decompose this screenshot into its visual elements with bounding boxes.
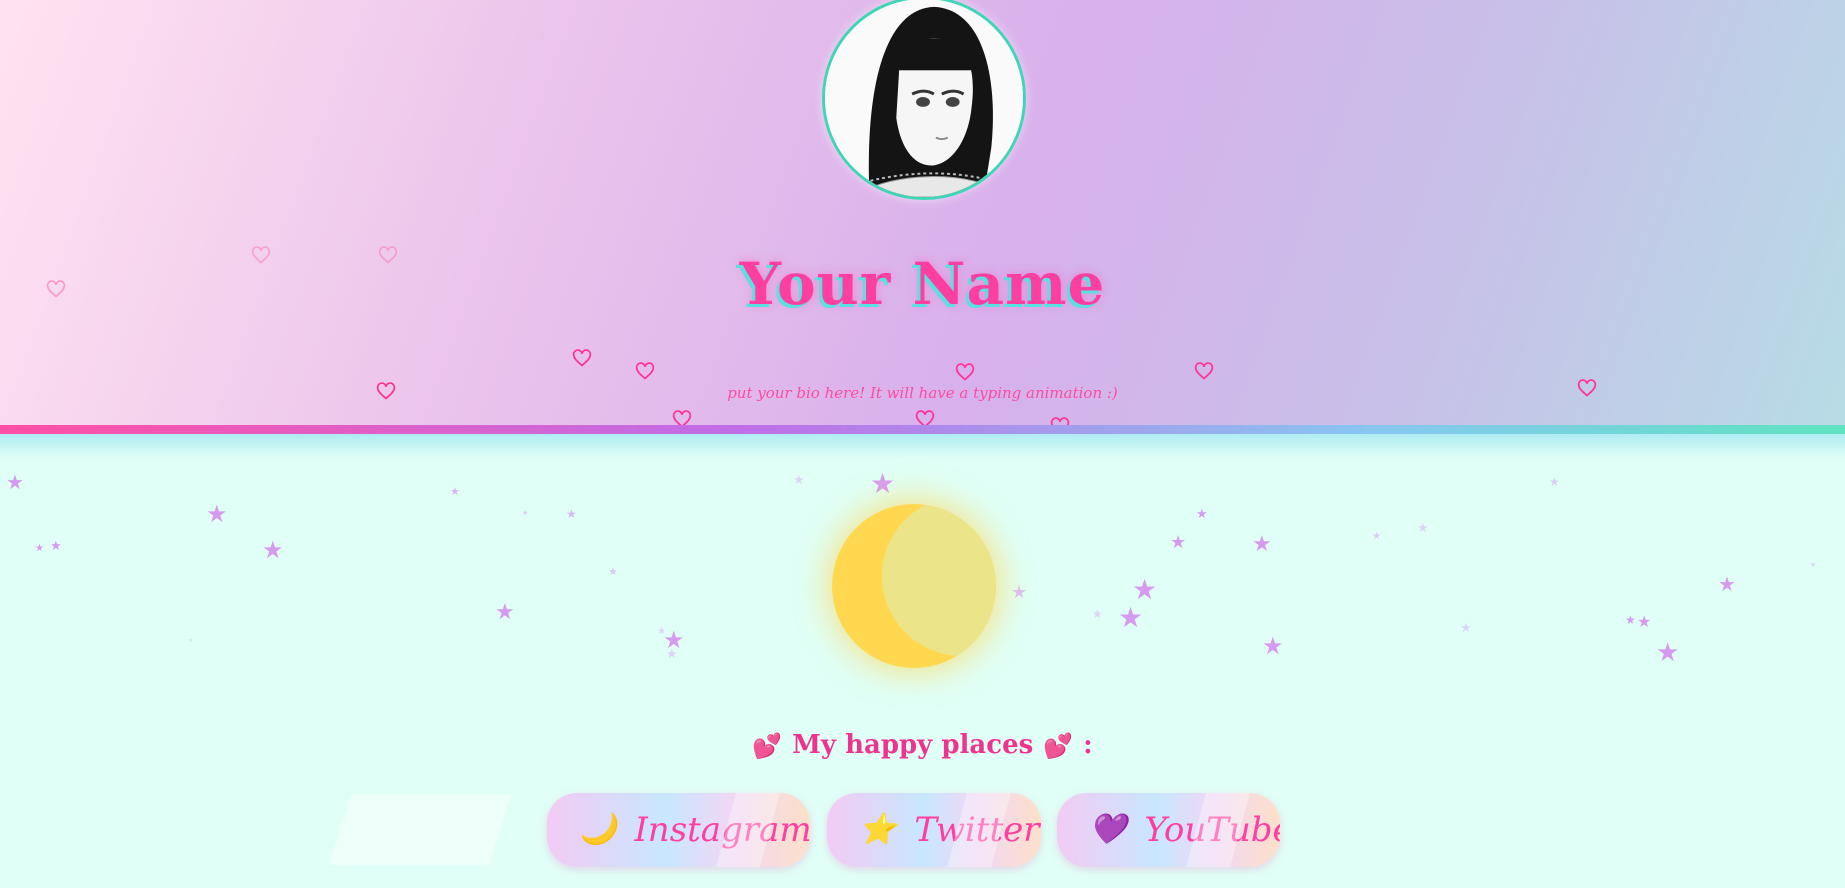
profile-name: Your Name bbox=[739, 250, 1106, 318]
star-icon: ★ bbox=[1656, 638, 1680, 668]
avatar-illustration bbox=[825, 0, 1023, 197]
instagram-link-button[interactable]: 🌙 Instagram bbox=[547, 793, 810, 867]
star-icon: ★ bbox=[50, 539, 62, 554]
heart-icon bbox=[378, 245, 398, 265]
hero-section: Your Name put your bio here! It will hav… bbox=[0, 0, 1845, 425]
star-icon: ★ bbox=[1718, 572, 1736, 596]
star-icon: ★ bbox=[1417, 521, 1429, 536]
youtube-label: YouTube bbox=[1144, 810, 1280, 850]
star-icon: ★ bbox=[870, 467, 896, 500]
star-icon: ★ bbox=[1625, 613, 1636, 627]
gradient-divider bbox=[0, 425, 1845, 434]
star-icon: ★ bbox=[1810, 561, 1817, 569]
heart-icon bbox=[572, 348, 592, 368]
happy-places-title: My happy places bbox=[792, 730, 1034, 760]
twitter-label: Twitter bbox=[914, 810, 1040, 850]
star-icon: ★ bbox=[262, 536, 284, 564]
star-icon: ★ bbox=[1372, 531, 1381, 542]
happy-places-colon: : bbox=[1083, 730, 1093, 760]
star-icon: ★ bbox=[608, 565, 618, 578]
star-icon: ★ bbox=[793, 473, 805, 488]
profile-bio: put your bio here! It will have a typing… bbox=[727, 384, 1118, 402]
star-icon: ★ bbox=[1011, 582, 1028, 603]
star-icon: ★ bbox=[35, 543, 44, 554]
moon-icon bbox=[832, 504, 996, 668]
crescent-moon-icon: 🌙 bbox=[579, 812, 617, 847]
star-icon: ★ bbox=[6, 470, 24, 494]
star-icon: ★ bbox=[566, 507, 577, 521]
twitter-link-button[interactable]: ⭐ Twitter bbox=[827, 793, 1041, 867]
star-icon: ★ bbox=[188, 637, 194, 644]
two-hearts-icon: 💕 bbox=[1043, 730, 1074, 760]
heart-icon bbox=[1050, 416, 1070, 425]
divider-glow bbox=[0, 434, 1845, 458]
heart-icon bbox=[376, 381, 396, 401]
star-icon: ★ bbox=[1118, 601, 1144, 634]
star-icon: ★ bbox=[450, 485, 460, 498]
star-icon: ★ bbox=[1637, 612, 1652, 631]
two-hearts-icon: 💕 bbox=[752, 730, 783, 760]
star-icon: ★ bbox=[206, 500, 228, 528]
star-icon: ★ bbox=[495, 600, 515, 625]
avatar bbox=[822, 0, 1026, 200]
star-icon: ★ bbox=[1549, 475, 1560, 489]
heart-icon bbox=[1194, 361, 1214, 381]
heart-icon bbox=[46, 279, 66, 299]
heart-icon bbox=[955, 362, 975, 382]
star-icon: ★ bbox=[1460, 621, 1472, 636]
instagram-label: Instagram bbox=[634, 810, 810, 850]
heart-icon bbox=[915, 409, 935, 425]
star-icon: ★ bbox=[1196, 507, 1208, 522]
star-icon: ★ bbox=[666, 647, 678, 662]
star-icon: ★ bbox=[1262, 632, 1284, 660]
happy-places-heading: 💕 My happy places 💕 : bbox=[0, 730, 1845, 760]
star-icon: ★ bbox=[522, 509, 529, 517]
star-icon: ★ bbox=[1092, 607, 1103, 621]
heart-icon bbox=[672, 409, 692, 425]
heart-icon bbox=[1577, 378, 1597, 398]
heart-icon bbox=[251, 245, 271, 265]
star-icon: ★ bbox=[1132, 573, 1158, 606]
star-icon: ★ bbox=[1252, 532, 1272, 557]
purple-heart-icon: 💜 bbox=[1089, 812, 1127, 847]
star-icon: ★ bbox=[1170, 532, 1187, 553]
social-links: 🌙 Instagram ⭐ Twitter 💜 YouTube bbox=[0, 793, 1845, 867]
moon-shadow bbox=[882, 504, 996, 656]
star-icon: ⭐ bbox=[859, 812, 897, 847]
youtube-link-button[interactable]: 💜 YouTube bbox=[1057, 793, 1280, 867]
heart-icon bbox=[635, 361, 655, 381]
